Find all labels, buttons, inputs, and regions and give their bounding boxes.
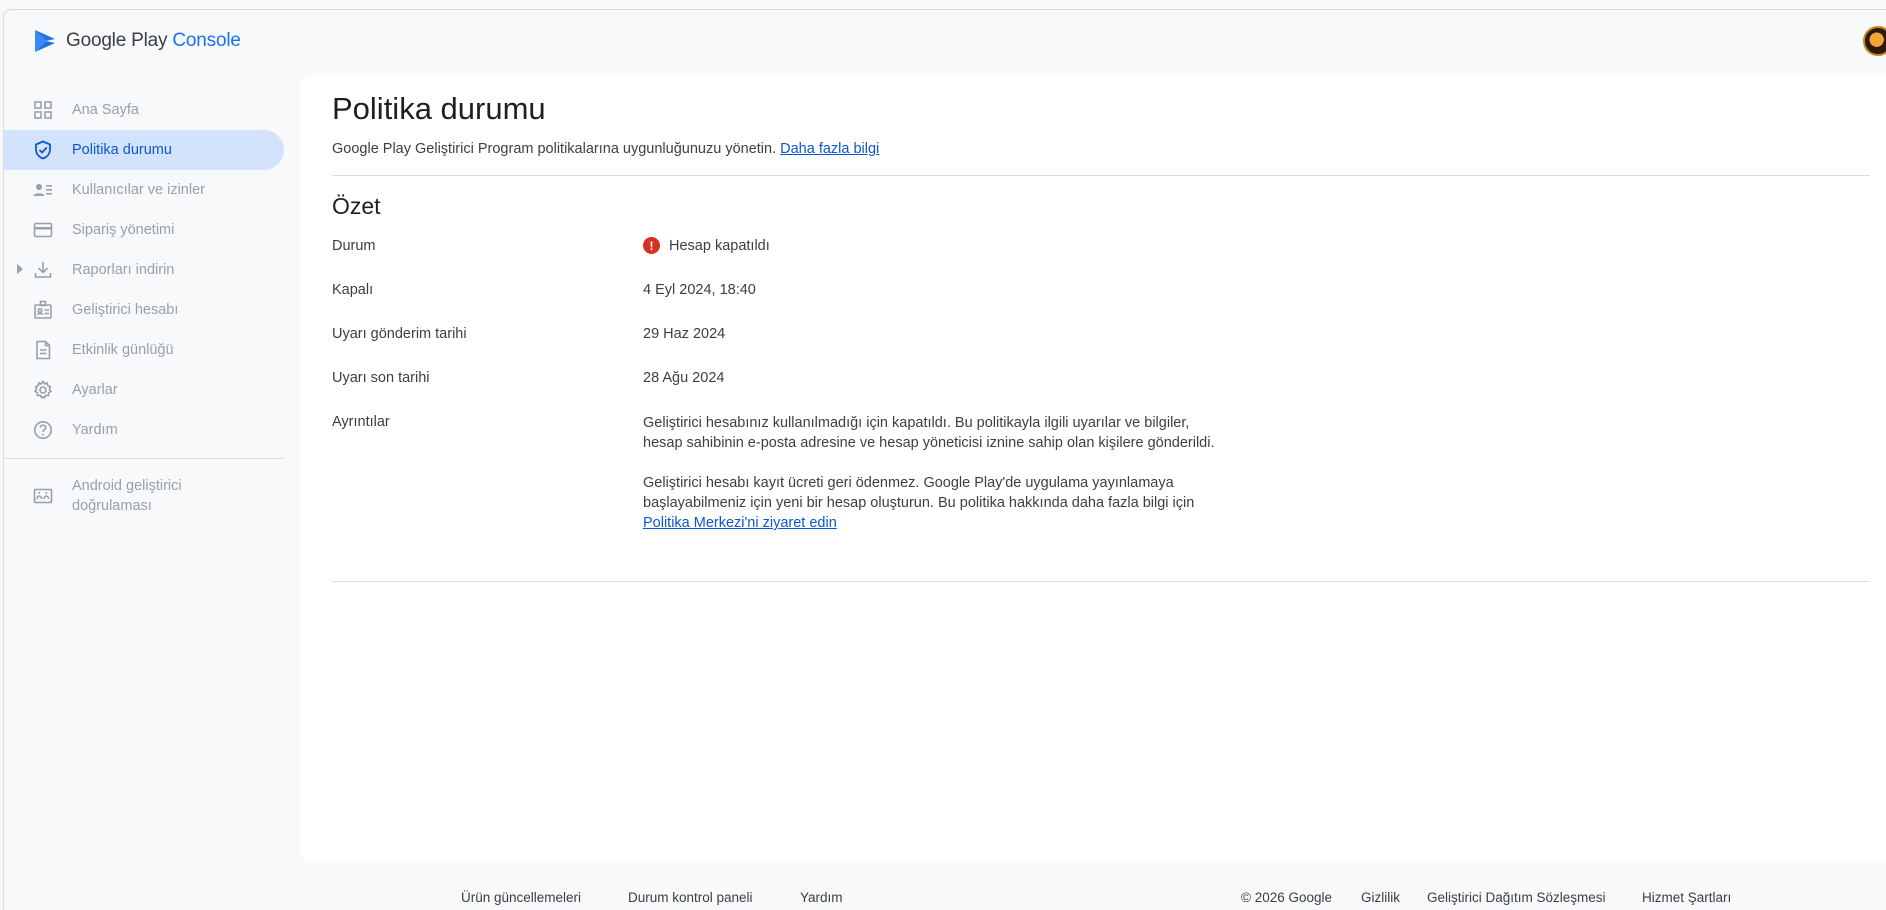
warning-sent-label: Uyarı gönderim tarihi <box>332 326 467 342</box>
details-paragraph-1: Geliştirici hesabınız kullanılmadığı içi… <box>643 415 1215 451</box>
details-label: Ayrıntılar <box>332 414 390 430</box>
closed-label: Kapalı <box>332 282 374 298</box>
sidebar-item-label: Android geliştirici doğrulaması <box>72 478 182 514</box>
status-label: Durum <box>332 238 376 254</box>
sidebar-item-label: Etkinlik günlüğü <box>72 342 174 358</box>
developer-account-icon <box>33 300 53 320</box>
sidebar-item-android-dogrulama[interactable]: Android geliştirici doğrulaması <box>4 474 284 518</box>
warning-sent-value: 29 Haz 2024 <box>643 326 726 342</box>
main-content-card: Politika durumu Google Play Geliştirici … <box>300 75 1886 863</box>
policy-center-link[interactable]: Politika Merkezi'ni ziyaret edin <box>643 515 837 531</box>
sidebar-item-etkinlik-gunlugu[interactable]: Etkinlik günlüğü <box>4 330 284 370</box>
sidebar-item-label: Politika durumu <box>72 142 172 158</box>
sidebar-item-ana-sayfa[interactable]: Ana Sayfa <box>4 90 284 130</box>
divider <box>332 175 1870 176</box>
error-icon: ! <box>643 237 660 254</box>
sidebar-item-label: Raporları indirin <box>72 262 175 278</box>
sidebar-item-raporlar[interactable]: Raporları indirin <box>4 250 284 290</box>
help-icon <box>33 420 53 440</box>
sidebar-item-siparis[interactable]: Sipariş yönetimi <box>4 210 284 250</box>
sidebar-item-kullanicilar[interactable]: Kullanıcılar ve izinler <box>4 170 284 210</box>
user-avatar-icon[interactable] <box>1863 26 1886 56</box>
page-subtitle: Google Play Geliştirici Program politika… <box>332 141 880 157</box>
expand-caret-icon[interactable] <box>17 264 23 274</box>
sidebar-item-yardim[interactable]: Yardım <box>4 410 284 450</box>
divider <box>332 581 1870 582</box>
summary-title: Özet <box>332 193 381 219</box>
dashboard-grid-icon <box>33 100 53 120</box>
sidebar-item-label: Geliştirici hesabı <box>72 302 179 318</box>
download-icon <box>33 260 53 280</box>
details-paragraph-2: Geliştirici hesabı kayıt ücreti geri öde… <box>643 475 1195 531</box>
gear-icon <box>33 380 53 400</box>
sidebar-item-label: Sipariş yönetimi <box>72 222 175 238</box>
sidebar-item-ayarlar[interactable]: Ayarlar <box>4 370 284 410</box>
sidebar-item-politika-durumu[interactable]: Politika durumu <box>4 130 284 170</box>
warning-deadline-value: 28 Ağu 2024 <box>643 370 725 386</box>
shield-check-icon <box>33 140 53 160</box>
status-value: ! Hesap kapatıldı <box>643 237 770 254</box>
android-verification-icon <box>33 486 53 506</box>
users-list-icon <box>33 180 53 200</box>
sidebar-item-label: Ayarlar <box>72 382 118 398</box>
sidebar-nav: Ana Sayfa Politika durumu Kullanıcılar v… <box>4 90 284 450</box>
document-icon <box>33 340 53 360</box>
google-play-console-logo[interactable]: Google Play Console <box>32 28 241 54</box>
logo-text: Google Play Console <box>66 30 241 51</box>
play-console-icon <box>35 30 55 52</box>
warning-deadline-label: Uyarı son tarihi <box>332 370 430 386</box>
page-title: Politika durumu <box>332 91 546 126</box>
details-value: Geliştirici hesabınız kullanılmadığı içi… <box>643 413 1243 553</box>
closed-value: 4 Eyl 2024, 18:40 <box>643 282 756 298</box>
sidebar-item-label: Kullanıcılar ve izinler <box>72 182 205 198</box>
sidebar-item-label: Ana Sayfa <box>72 102 139 118</box>
learn-more-link[interactable]: Daha fazla bilgi <box>780 141 879 157</box>
sidebar-item-label: Yardım <box>72 422 118 438</box>
credit-card-icon <box>33 220 53 240</box>
sidebar-divider <box>4 458 284 459</box>
sidebar-item-gelistirici-hesabi[interactable]: Geliştirici hesabı <box>4 290 284 330</box>
